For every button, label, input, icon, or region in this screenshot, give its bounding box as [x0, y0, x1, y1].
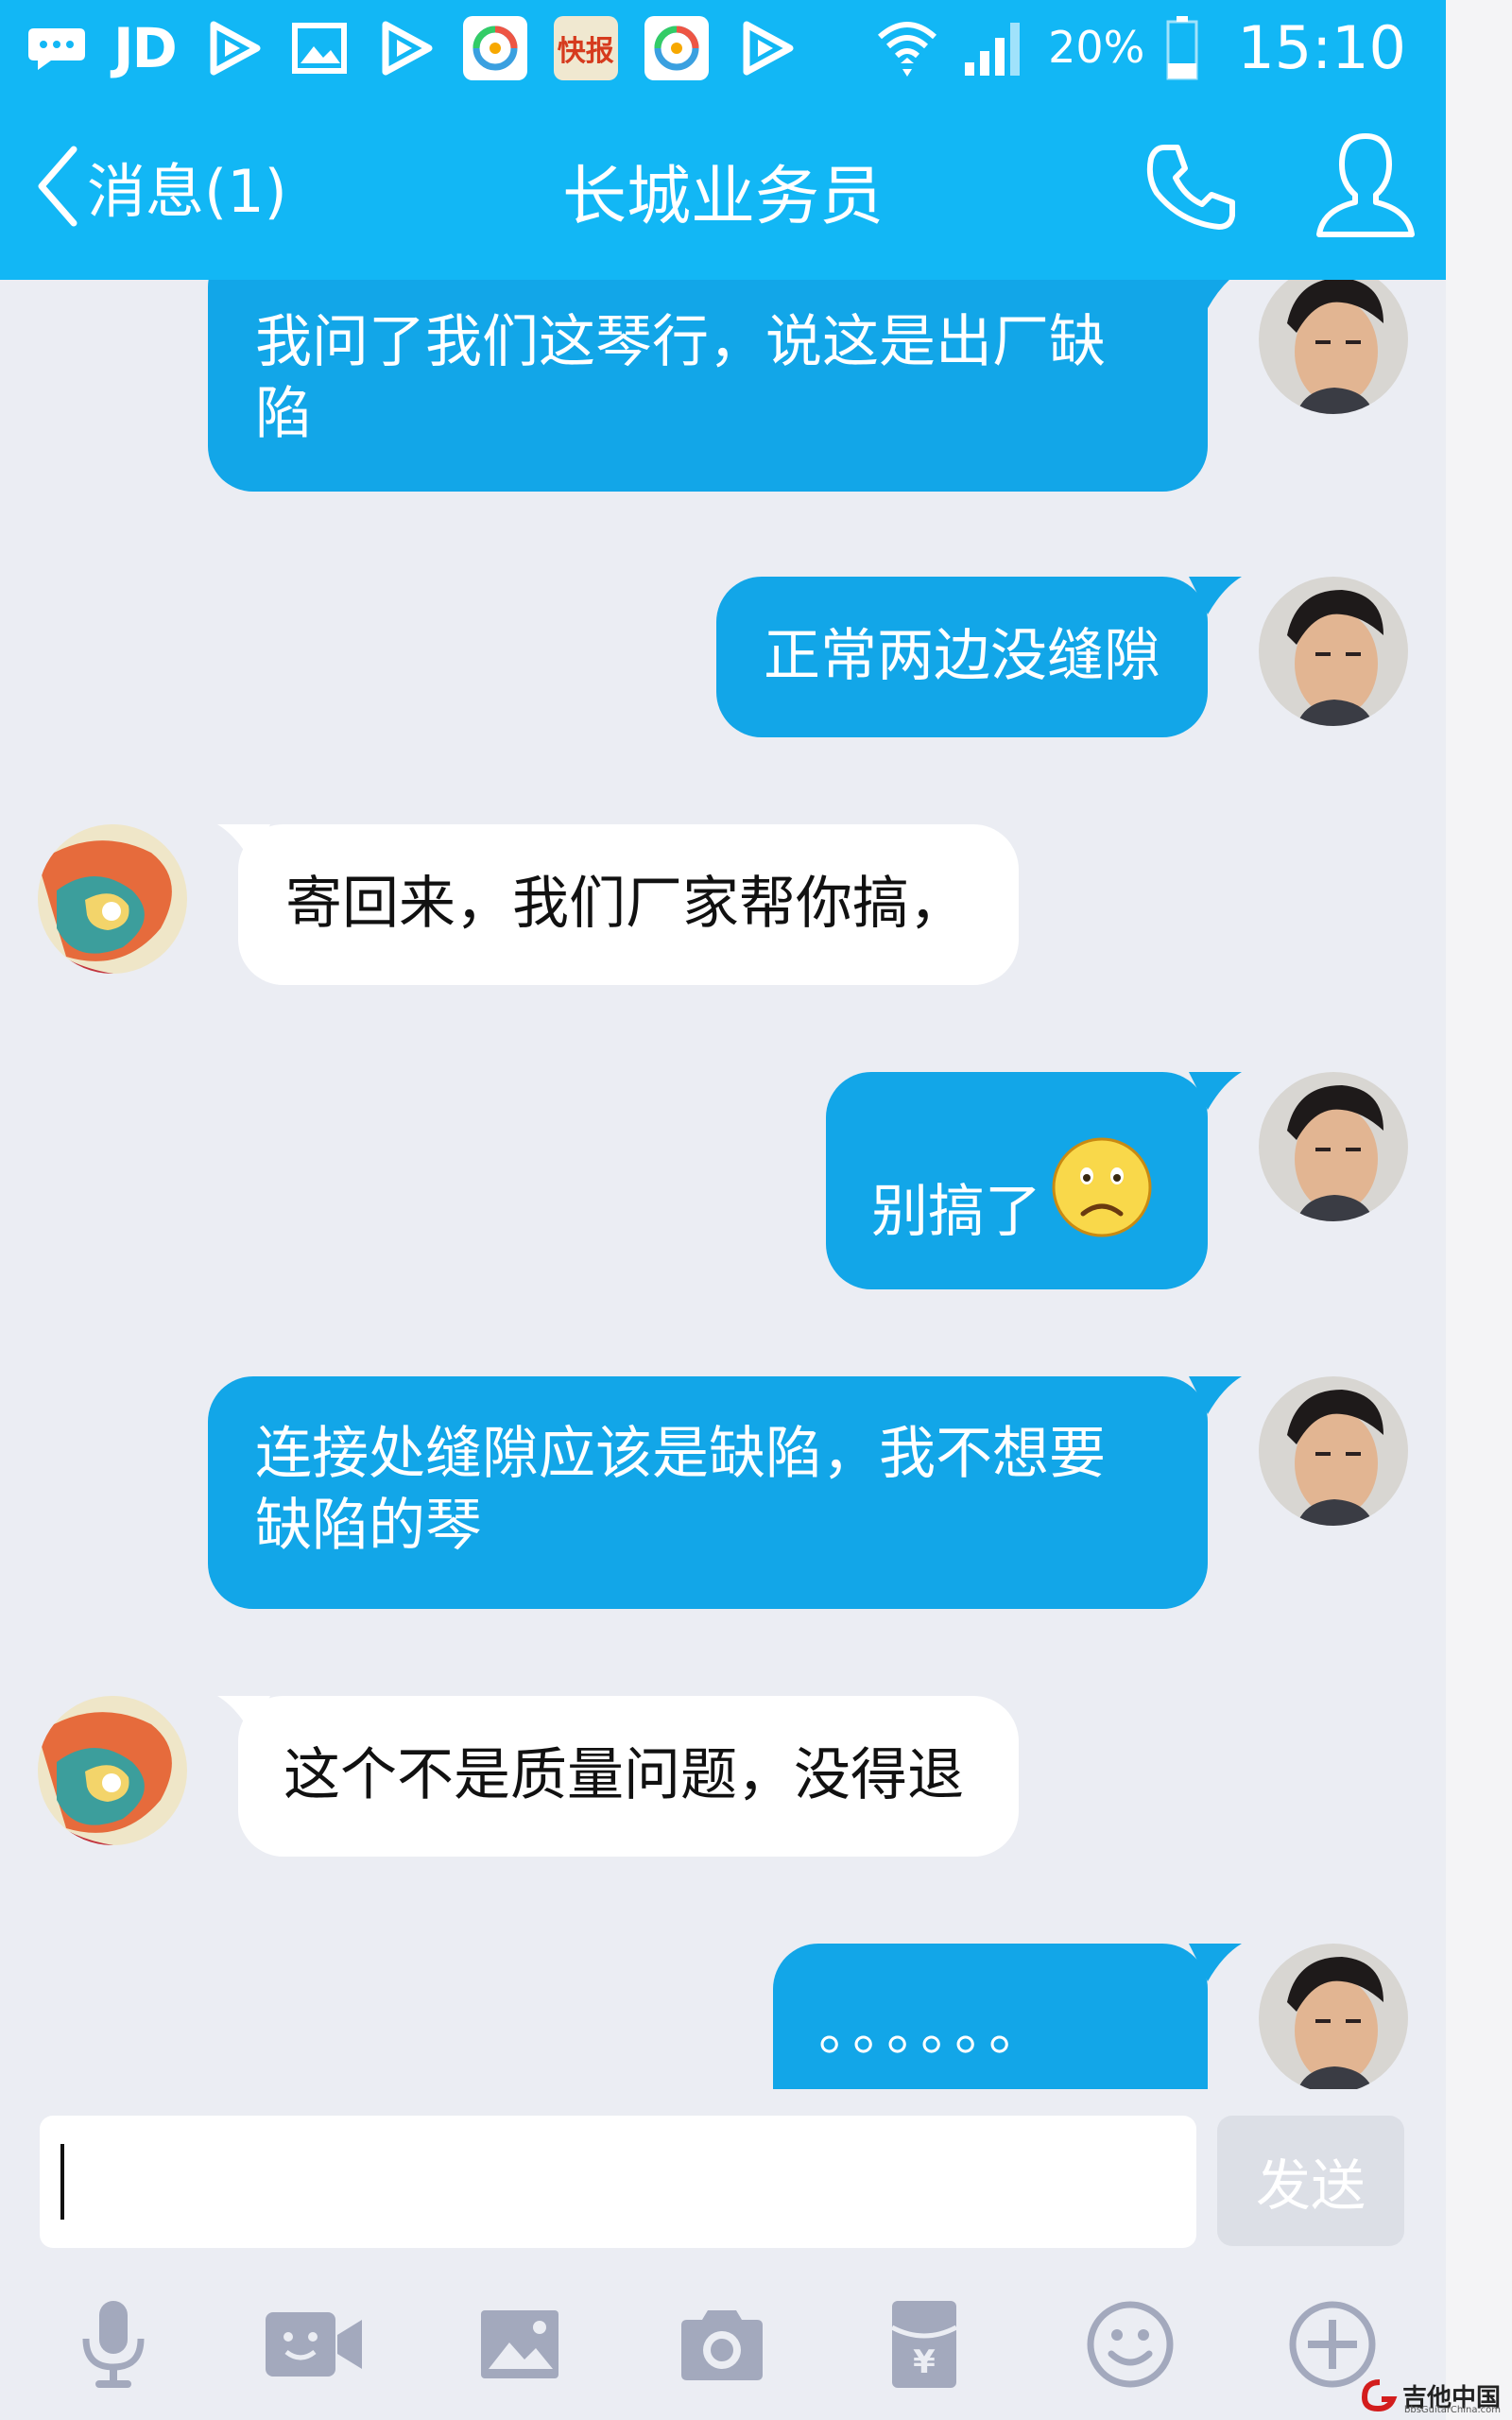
- notification-icons: JD 快报: [26, 15, 798, 81]
- message-bubble[interactable]: 我问了我们这琴行，说这是出厂缺 陷: [208, 280, 1208, 492]
- status-bar: JD 快报 20% 15:10: [0, 0, 1446, 95]
- bubble-tail: [1189, 1072, 1242, 1110]
- user-avatar[interactable]: [1259, 1944, 1408, 2089]
- play-icon: [735, 20, 798, 77]
- input-toolbar: ¥: [0, 2288, 1446, 2420]
- send-button[interactable]: 发送: [1217, 2116, 1404, 2246]
- message-icon: [26, 20, 87, 77]
- message-outgoing: 连接处缝隙应该是缺陷，我不想要 缺陷的琴: [0, 1376, 1446, 1622]
- message-bubble[interactable]: 。。。。。。: [773, 1944, 1208, 2089]
- svg-text:¥: ¥: [913, 2343, 936, 2381]
- phone-icon[interactable]: [1143, 140, 1238, 234]
- app-icon: [462, 16, 527, 80]
- message-incoming: 这个不是质量问题，没得退: [0, 1696, 1446, 1866]
- message-list[interactable]: 我问了我们这琴行，说这是出厂缺 陷 正常两边没缝隙 寄回来，我们厂家帮你搞， 别…: [0, 280, 1446, 2089]
- message-outgoing: 。。。。。。: [0, 1944, 1446, 2089]
- message-text-line: 缺陷的琴: [255, 1493, 482, 1559]
- user-avatar[interactable]: [1259, 577, 1408, 726]
- chat-screen: JD 快报 20% 15:10 消息(1) 长城业务员 我问了我们这琴行，说这是…: [0, 0, 1446, 2420]
- camera-icon[interactable]: [665, 2288, 779, 2401]
- guitar-logo-icon: [1361, 2379, 1398, 2412]
- message-outgoing: 别搞了: [0, 1072, 1446, 1299]
- signal-icon: [961, 19, 1027, 76]
- message-text-line: 寄回来，我们厂家帮你搞，: [285, 871, 966, 937]
- bubble-tail: [1194, 280, 1229, 308]
- clock: 15:10: [1237, 12, 1406, 82]
- message-bubble[interactable]: 别搞了: [826, 1072, 1208, 1289]
- play-icon: [202, 20, 265, 77]
- sad-face-emoji: [1052, 1137, 1152, 1237]
- bubble-tail: [1189, 1944, 1242, 1981]
- user-avatar[interactable]: [1259, 1376, 1408, 1526]
- battery-icon: [1165, 16, 1199, 80]
- message-outgoing: 正常两边没缝隙: [0, 569, 1446, 739]
- image-icon[interactable]: [463, 2288, 576, 2401]
- wifi-icon: [874, 19, 940, 77]
- message-outgoing: 我问了我们这琴行，说这是出厂缺 陷: [0, 280, 1446, 507]
- site-watermark: 吉他中国 bbsGuitarChina.com: [1361, 2377, 1502, 2415]
- contact-avatar[interactable]: [38, 1696, 187, 1845]
- kuaibao-icon: 快报: [553, 16, 618, 80]
- emoji-icon[interactable]: [1074, 2288, 1187, 2401]
- gallery-icon: [291, 20, 348, 77]
- red-packet-icon[interactable]: ¥: [868, 2288, 981, 2401]
- text-caret: [60, 2144, 64, 2220]
- contact-avatar[interactable]: [38, 824, 187, 974]
- app-icon: [644, 16, 709, 80]
- input-area: 发送 ¥: [0, 2089, 1446, 2420]
- message-text-line: 。。。。。。: [818, 1997, 1051, 2064]
- message-bubble[interactable]: 寄回来，我们厂家帮你搞，: [238, 824, 1019, 985]
- message-bubble[interactable]: 这个不是质量问题，没得退: [238, 1696, 1019, 1857]
- message-text-line: 别搞了: [871, 1179, 1041, 1245]
- message-text-line: 陷: [255, 381, 312, 447]
- message-text-line: 连接处缝隙应该是缺陷，我不想要: [255, 1421, 1106, 1487]
- message-text-line: 我问了我们这琴行，说这是出厂缺: [255, 309, 1106, 375]
- message-incoming: 寄回来，我们厂家帮你搞，: [0, 824, 1446, 994]
- system-indicators: 20% 15:10: [874, 11, 1406, 83]
- user-avatar[interactable]: [1259, 1072, 1408, 1221]
- jd-icon: JD: [113, 16, 178, 80]
- bubble-tail: [1189, 577, 1242, 614]
- message-text-line: 这个不是质量问题，没得退: [284, 1742, 964, 1808]
- message-input[interactable]: [40, 2116, 1196, 2248]
- user-avatar[interactable]: [1259, 280, 1408, 414]
- message-text-line: 正常两边没缝隙: [764, 623, 1160, 689]
- message-bubble[interactable]: 连接处缝隙应该是缺陷，我不想要 缺陷的琴: [208, 1376, 1208, 1609]
- profile-icon[interactable]: [1314, 129, 1418, 242]
- battery-percent: 20%: [1048, 22, 1145, 73]
- message-bubble[interactable]: 正常两边没缝隙: [716, 577, 1208, 737]
- microphone-icon[interactable]: [57, 2288, 170, 2401]
- video-icon[interactable]: [257, 2288, 370, 2401]
- chat-header: 消息(1) 长城业务员: [0, 95, 1446, 280]
- watermark-subtext: bbsGuitarChina.com: [1404, 2405, 1502, 2415]
- screenshot-margin: [1446, 0, 1512, 2420]
- play-icon: [374, 20, 437, 77]
- bubble-tail: [1189, 1376, 1242, 1414]
